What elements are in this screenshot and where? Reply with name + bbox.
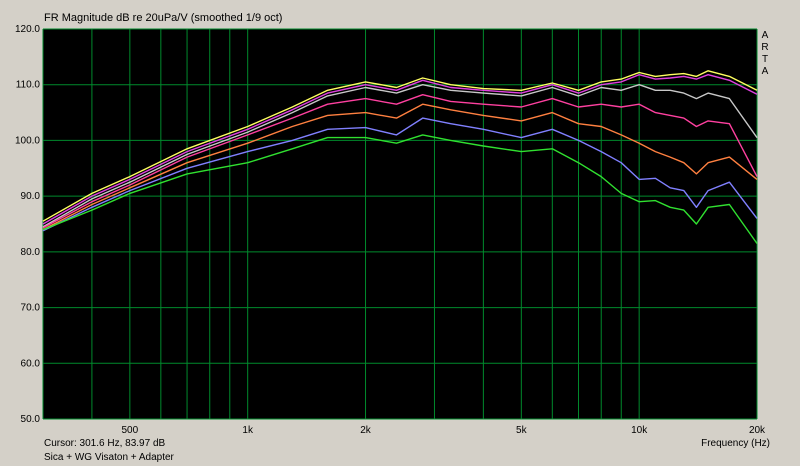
y-tick-label: 90.0 bbox=[21, 191, 41, 202]
y-tick-label: 70.0 bbox=[21, 303, 41, 314]
x-tick-label: 5k bbox=[516, 425, 528, 436]
x-tick-label: 20k bbox=[749, 425, 766, 436]
y-tick-label: 100.0 bbox=[15, 135, 40, 146]
frequency-response-chart[interactable]: 120.0 110.0 100.0 90.0 80.0 70.0 60.0 50.0 500 1… bbox=[0, 0, 800, 466]
y-axis: 120.0 110.0 100.0 90.0 80.0 70.0 60.0 50.0 bbox=[15, 24, 40, 425]
x-axis-label: Frequency (Hz) bbox=[701, 438, 770, 449]
plot-area[interactable] bbox=[43, 29, 757, 419]
caption: Sica + WG Visaton + Adapter bbox=[44, 452, 174, 463]
x-tick-label: 10k bbox=[631, 425, 648, 436]
y-tick-label: 60.0 bbox=[21, 358, 41, 369]
x-tick-label: 2k bbox=[360, 425, 372, 436]
x-axis: 500 1k 2k 5k 10k 20k bbox=[122, 425, 767, 436]
x-tick-label: 500 bbox=[122, 425, 139, 436]
x-tick-label: 1k bbox=[242, 425, 254, 436]
y-tick-label: 120.0 bbox=[15, 24, 40, 35]
y-tick-label: 80.0 bbox=[21, 247, 41, 258]
y-tick-label: 50.0 bbox=[21, 414, 41, 425]
y-tick-label: 110.0 bbox=[16, 80, 41, 91]
cursor-readout: Cursor: 301.6 Hz, 83.97 dB bbox=[44, 438, 166, 449]
